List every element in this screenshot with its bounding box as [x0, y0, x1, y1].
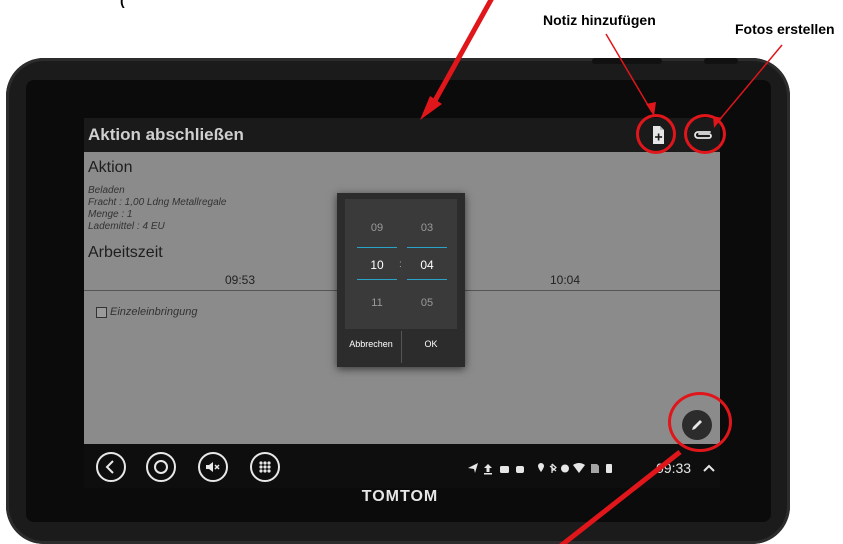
arrow-photos-head — [713, 116, 722, 128]
arrow-note-line — [605, 33, 653, 113]
annotation-arrows — [420, 0, 783, 544]
arrow-edit-line — [559, 450, 682, 544]
arrow-photos-line — [715, 44, 783, 125]
arrow-top-line — [429, 0, 494, 108]
arrow-note-head — [646, 102, 656, 116]
arrow-top-head — [420, 96, 442, 120]
